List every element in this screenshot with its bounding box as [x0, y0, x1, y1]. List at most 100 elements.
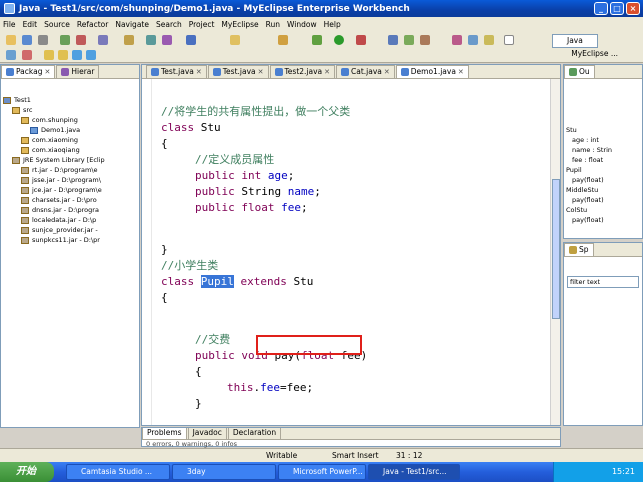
- scrollbar-thumb[interactable]: [552, 179, 560, 319]
- tab-outline[interactable]: Ou: [564, 65, 595, 78]
- close-icon[interactable]: ✕: [324, 66, 330, 78]
- tree-item[interactable]: Demo1.java: [3, 125, 139, 135]
- tree-item[interactable]: JRE System Library [Eclip: [3, 155, 139, 165]
- perspective-myeclipse[interactable]: MyEclipse ...: [571, 49, 618, 58]
- tree-item[interactable]: sunjce_provider.jar -: [3, 225, 139, 235]
- note-icon[interactable]: [484, 35, 494, 45]
- editor-tab[interactable]: Demo1.java ✕: [395, 65, 469, 78]
- folder-icon[interactable]: [278, 35, 288, 45]
- tab-javadoc[interactable]: Javadoc: [187, 428, 227, 439]
- tree-item[interactable]: jce.jar - D:\program\e: [3, 185, 139, 195]
- editor-tab[interactable]: Test.java ✕: [207, 65, 269, 78]
- minimize-button[interactable]: _: [594, 2, 608, 15]
- menu-project[interactable]: Project: [189, 20, 215, 29]
- tree-item[interactable]: com.xiaoming: [3, 135, 139, 145]
- task-icon[interactable]: [22, 50, 32, 60]
- tree-item[interactable]: dnsns.jar - D:\progra: [3, 205, 139, 215]
- tree-item[interactable]: src: [3, 105, 139, 115]
- next-annotation-icon[interactable]: [44, 50, 54, 60]
- print-icon[interactable]: [38, 35, 48, 45]
- save-icon[interactable]: [22, 35, 32, 45]
- tab-declaration[interactable]: Declaration: [227, 428, 282, 439]
- outline-item[interactable]: MiddleStu: [564, 185, 634, 195]
- deploy-icon[interactable]: [60, 35, 70, 45]
- task-camtasia[interactable]: Camtasia Studio ...: [66, 464, 170, 480]
- tree-item[interactable]: jsse.jar - D:\program\: [3, 175, 139, 185]
- close-icon[interactable]: ✕: [258, 66, 264, 78]
- run-icon[interactable]: [334, 35, 344, 45]
- tab-problems[interactable]: Problems: [142, 428, 187, 439]
- editor-tab[interactable]: Cat.java ✕: [336, 65, 395, 78]
- tab-spelling[interactable]: Sp: [564, 243, 594, 256]
- close-icon[interactable]: ✕: [384, 66, 390, 78]
- bookmark-icon[interactable]: [6, 50, 16, 60]
- open-type-icon[interactable]: [230, 35, 240, 45]
- close-icon[interactable]: ✕: [458, 66, 464, 78]
- code-comment-pay: //交费: [195, 333, 231, 346]
- menu-edit[interactable]: Edit: [23, 20, 38, 29]
- task-powerpoint[interactable]: Microsoft PowerP...: [278, 464, 366, 480]
- menu-myeclipse[interactable]: MyEclipse: [221, 20, 258, 29]
- jar-icon: [21, 176, 29, 184]
- globe-icon[interactable]: [186, 35, 196, 45]
- tree-item[interactable]: rt.jar - D:\program\e: [3, 165, 139, 175]
- debug-icon[interactable]: [312, 35, 322, 45]
- editor-tab[interactable]: Test2.java ✕: [269, 65, 336, 78]
- task-java-eclipse[interactable]: Java - Test1/src...: [368, 464, 460, 480]
- refresh-icon[interactable]: [404, 35, 414, 45]
- prev-annotation-icon[interactable]: [58, 50, 68, 60]
- menu-navigate[interactable]: Navigate: [115, 20, 149, 29]
- grid-icon[interactable]: [388, 35, 398, 45]
- editor-scrollbar[interactable]: [550, 79, 560, 425]
- tree-item[interactable]: Test1: [3, 95, 139, 105]
- menu-refactor[interactable]: Refactor: [77, 20, 108, 29]
- outline-item[interactable]: fee : float: [564, 155, 634, 165]
- tab-package-explorer[interactable]: Packag ✕: [1, 65, 56, 78]
- outline-item[interactable]: age : int: [564, 135, 634, 145]
- outline-item[interactable]: name : Strin: [564, 145, 634, 155]
- server-icon[interactable]: [76, 35, 86, 45]
- tab-hierarchy[interactable]: Hierar: [56, 65, 100, 78]
- close-icon[interactable]: ✕: [196, 66, 202, 78]
- menu-source[interactable]: Source: [44, 20, 70, 29]
- outline-item[interactable]: pay(float): [564, 215, 634, 225]
- forward-icon[interactable]: [86, 50, 96, 60]
- outline-item[interactable]: Stu: [564, 125, 634, 135]
- outline-item[interactable]: pay(float): [564, 195, 634, 205]
- wizard-icon[interactable]: [98, 35, 108, 45]
- tree-item[interactable]: sunpkcs11.jar - D:\pr: [3, 235, 139, 245]
- outline-item[interactable]: ColStu: [564, 205, 634, 215]
- tree-item[interactable]: com.xiaoqiang: [3, 145, 139, 155]
- start-button[interactable]: 开始: [0, 462, 54, 482]
- tree-item-label: Demo1.java: [41, 126, 81, 134]
- tree-item[interactable]: charsets.jar - D:\pro: [3, 195, 139, 205]
- menu-help[interactable]: Help: [324, 20, 341, 29]
- menu-search[interactable]: Search: [156, 20, 182, 29]
- perspective-java[interactable]: Java: [552, 34, 598, 48]
- external-tools-icon[interactable]: [356, 35, 366, 45]
- close-button[interactable]: ×: [626, 2, 640, 15]
- back-icon[interactable]: [72, 50, 82, 60]
- menu-window[interactable]: Window: [287, 20, 317, 29]
- tree-item[interactable]: localedata.jar - D:\p: [3, 215, 139, 225]
- maximize-button[interactable]: □: [610, 2, 624, 15]
- close-icon[interactable]: ✕: [44, 66, 50, 78]
- pencil-icon[interactable]: [452, 35, 462, 45]
- new-icon[interactable]: [6, 35, 16, 45]
- package-icon[interactable]: [146, 35, 156, 45]
- page-icon[interactable]: [504, 35, 514, 45]
- settings-icon[interactable]: [420, 35, 430, 45]
- java-file-icon: [341, 68, 350, 76]
- outline-item[interactable]: Pupil: [564, 165, 634, 175]
- menu-run[interactable]: Run: [266, 20, 280, 29]
- hierarchy-icon: [61, 68, 70, 76]
- browser-icon[interactable]: [124, 35, 134, 45]
- outline-item[interactable]: pay(float): [564, 175, 634, 185]
- class-icon[interactable]: [162, 35, 172, 45]
- menu-file[interactable]: File: [3, 20, 16, 29]
- tree-item[interactable]: com.shunping: [3, 115, 139, 125]
- editor-tab[interactable]: Test.java ✕: [146, 65, 207, 78]
- filter-input[interactable]: filter text: [567, 276, 639, 288]
- edit-icon[interactable]: [468, 35, 478, 45]
- task-3day[interactable]: 3day: [172, 464, 276, 480]
